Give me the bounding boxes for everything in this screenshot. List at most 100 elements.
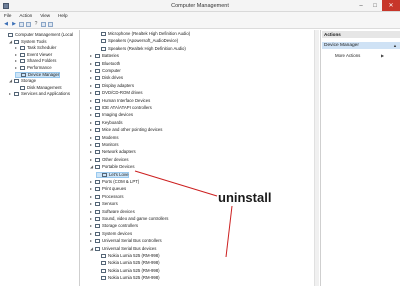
computer-icon[interactable] [41,21,46,27]
expand-arrow-icon[interactable]: ▸ [90,61,94,67]
device-item-row[interactable]: ▸ Processors [90,194,124,200]
device-item-label: Print queues [102,186,127,192]
menu-action[interactable]: Action [15,12,36,20]
vertical-scrollbar[interactable] [314,30,319,286]
device-item-row[interactable]: ▸ Imaging devices [90,112,133,118]
expand-arrow-icon[interactable]: ▸ [15,65,19,71]
expand-arrow-icon[interactable]: ◢ [90,164,94,170]
device-item-row[interactable]: Nokia Lumia 525 (RM-998) [96,253,160,259]
help-icon[interactable]: ? [33,21,39,27]
device-item-row[interactable]: ▸ Print queues [90,186,126,192]
expand-arrow-icon[interactable]: ▸ [90,112,94,118]
device-item-row[interactable]: ▸ Batteries [90,53,119,59]
expand-arrow-icon[interactable]: ▸ [90,53,94,59]
expand-arrow-icon[interactable]: ▸ [90,231,94,237]
scan-hardware-icon[interactable] [48,21,53,27]
device-item-row[interactable]: ◢ Portable Devices [90,164,134,170]
expand-arrow-icon[interactable]: ▸ [90,186,94,192]
device-item-row[interactable]: Microphone (Realtek High Definition Audi… [96,31,190,37]
device-item-row[interactable]: ◢ Universal Serial Bus devices [90,246,156,252]
expand-arrow-icon[interactable]: ▸ [90,179,94,185]
forward-icon[interactable]: ▶ [11,21,17,27]
expand-arrow-icon[interactable]: ▸ [15,52,19,58]
device-item-row[interactable]: Speakers (Apowersoft_AudioDevice) [96,38,178,44]
device-item-row[interactable]: ▸ Monitors [90,142,118,148]
expand-arrow-icon[interactable]: ▸ [90,135,94,141]
expand-arrow-icon[interactable]: ▸ [90,98,94,104]
tree-item-row[interactable]: Computer Management (Local [3,32,73,38]
menu-view[interactable]: View [36,12,54,20]
tree-item-row[interactable]: ▸ Services and Applications [9,91,70,97]
collapse-icon[interactable]: ▲ [393,42,397,49]
menu-file[interactable]: File [0,12,15,20]
minimize-button[interactable]: – [354,0,368,11]
tree-item-row[interactable]: ▸ Performance [15,65,52,71]
expand-arrow-icon[interactable]: ▸ [90,75,94,81]
tree-item-row[interactable]: ▸ Task Scheduler [15,45,56,51]
tree-item-row[interactable]: ▸ Shared Folders [15,58,56,64]
tree-item-row[interactable]: ◢ Storage [9,78,36,84]
expand-arrow-icon[interactable]: ▸ [90,216,94,222]
expand-arrow-icon[interactable]: ▸ [90,149,94,155]
device-item-row[interactable]: ▸ Disk drives [90,75,123,81]
more-actions-link[interactable]: More Actions [335,53,360,58]
device-item-row[interactable]: ▸ Universal Serial Bus controllers [90,238,162,244]
tree-item-row[interactable]: ▸ Event Viewer [15,52,52,58]
device-item-row[interactable]: ▸ Human Interface Devices [90,98,150,104]
device-item-row[interactable]: Nokia Lumia 525 (RM-998) [96,268,160,274]
device-item-label: Ports (COM & LPT) [102,179,140,184]
device-item-row[interactable]: Nokia Lumia 525 (RM-998) [96,260,160,266]
expand-arrow-icon[interactable]: ▸ [90,90,94,96]
close-button[interactable]: ✕ [382,0,400,11]
expand-arrow-icon[interactable]: ▸ [90,68,94,74]
back-icon[interactable]: ◀ [3,21,9,27]
device-item-row[interactable]: ▸ Storage controllers [90,223,138,229]
expand-arrow-icon[interactable]: ◢ [9,39,13,45]
expand-arrow-icon[interactable]: ▸ [90,83,94,89]
device-item-row[interactable]: ▸ System devices [90,231,132,237]
expand-arrow-icon[interactable]: ▸ [9,91,13,97]
device-item-row[interactable]: ▸ DVD/CD-ROM drives [90,90,143,96]
device-item-row[interactable]: ▸ Computer [90,68,121,74]
maximize-button[interactable]: □ [368,0,382,11]
device-item-row[interactable]: ▸ Bluetooth [90,61,120,67]
expand-arrow-icon[interactable]: ▸ [90,194,94,200]
expand-arrow-icon[interactable]: ▸ [90,157,94,163]
device-item-row[interactable]: ▸ Sensors [90,201,118,207]
tree-item-row[interactable]: ◢ System Tools [9,39,46,45]
properties-icon[interactable] [26,21,31,27]
device-item-row[interactable]: Let's Love [96,171,130,178]
expand-arrow-icon[interactable]: ◢ [9,78,13,84]
device-item-row[interactable]: ▸ IDE ATA/ATAPI controllers [90,105,152,111]
device-item-row[interactable]: Speakers (Realtek High Definition Audio) [96,46,186,52]
device-item-row[interactable]: ▸ Display adapters [90,83,134,89]
device-item-row[interactable]: ▸ Mice and other pointing devices [90,127,162,133]
device-item-row[interactable]: Nokia Lumia 525 (RM-998) [96,275,160,281]
menu-help[interactable]: Help [54,12,71,20]
expand-arrow-icon[interactable]: ▸ [15,45,19,51]
show-hide-tree-icon[interactable] [19,21,24,27]
expand-arrow-icon[interactable]: ▸ [90,209,94,215]
tree-item-row[interactable]: Device Manager [15,71,61,78]
device-item-row[interactable]: ▸ Software devices [90,209,135,215]
device-category-icon [95,187,100,192]
expand-arrow-icon[interactable]: ▸ [90,223,94,229]
expand-arrow-icon[interactable]: ▸ [90,201,94,207]
expand-arrow-icon[interactable]: ▸ [90,127,94,133]
device-item-row[interactable]: ▸ Other devices [90,157,129,163]
tree-item-row[interactable]: Disk Management [15,85,62,91]
device-item-row[interactable]: ▸ Sound, video and game controllers [90,216,168,222]
device-item-row[interactable]: ▸ Modems [90,135,118,141]
device-item-row[interactable]: ▸ Ports (COM & LPT) [90,179,139,185]
device-item-row[interactable]: ▸ Keyboards [90,120,123,126]
expand-arrow-icon[interactable]: ▸ [90,238,94,244]
actions-section-device-manager[interactable]: Device Manager ▲ [322,42,400,49]
expand-arrow-icon[interactable]: ▸ [90,105,94,111]
expand-arrow-icon[interactable]: ▸ [90,142,94,148]
expand-arrow-icon[interactable]: ▸ [15,58,19,64]
expand-arrow-icon[interactable]: ▸ [90,120,94,126]
more-actions-arrow-icon[interactable]: ▶ [381,53,384,58]
device-item-row[interactable]: ▸ Network adapters [90,149,136,155]
device-item-label: Sound, video and game controllers [102,216,169,221]
expand-arrow-icon[interactable]: ◢ [90,246,94,252]
